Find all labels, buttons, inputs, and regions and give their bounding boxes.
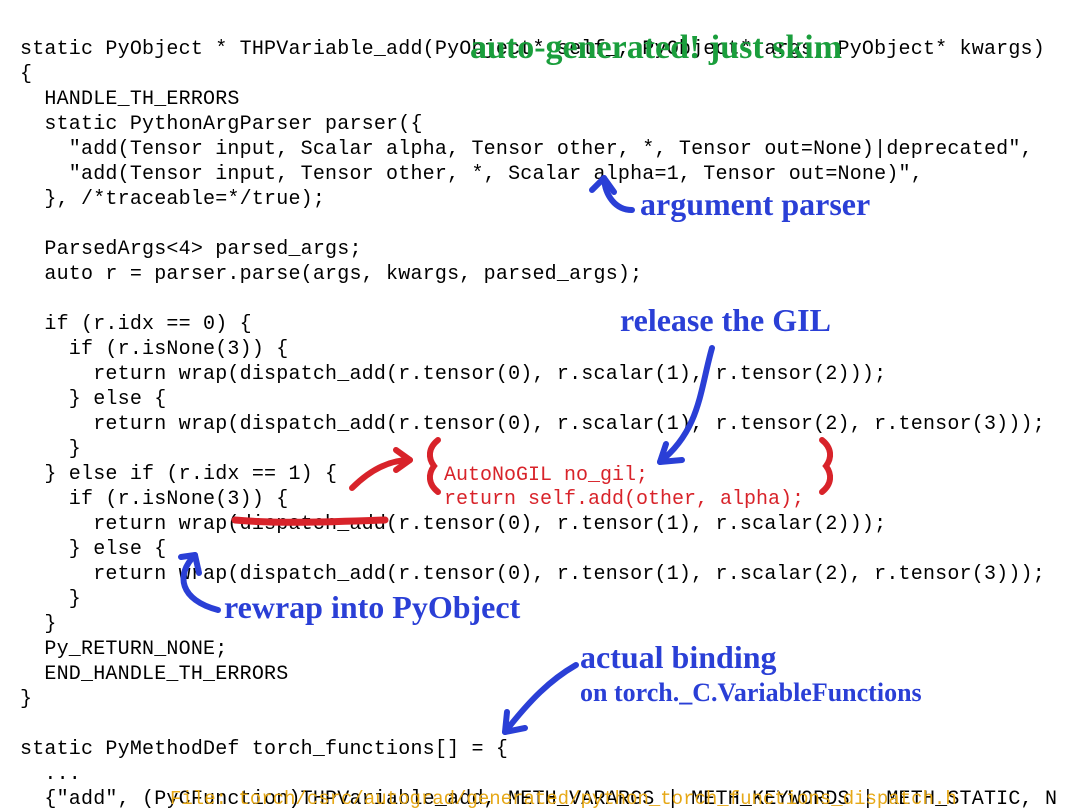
code-line: { <box>20 63 32 86</box>
note-autogenerated: auto-generated! just skim <box>470 35 842 60</box>
code-line: END_HANDLE_TH_ERRORS <box>20 663 288 686</box>
code-line: return wrap(dispatch_add(r.tensor(0), r.… <box>20 413 1045 436</box>
code-line: } else { <box>20 388 166 411</box>
code-line: } else if (r.idx == 1) { <box>20 463 337 486</box>
code-line: if (r.isNone(3)) { <box>20 338 288 361</box>
note-binding-line2: on torch._C.VariableFunctions <box>580 680 922 705</box>
code-line: Py_RETURN_NONE; <box>20 638 227 661</box>
code-line: if (r.isNone(3)) { <box>20 488 288 511</box>
code-line: } <box>20 588 81 611</box>
code-line: } <box>20 438 81 461</box>
code-line: return wrap(dispatch_add(r.tensor(0), r.… <box>20 363 886 386</box>
slide: static PyObject * THPVariable_add(PyObje… <box>0 0 1080 810</box>
code-line: return wrap(dispatch_add(r.tensor(0), r.… <box>20 513 886 536</box>
code-line: "add(Tensor input, Tensor other, *, Scal… <box>20 163 923 186</box>
note-argument-parser: argument parser <box>640 192 870 217</box>
code-line: static PythonArgParser parser({ <box>20 113 423 136</box>
note-rewrap: rewrap into PyObject <box>224 595 520 620</box>
code-line: auto r = parser.parse(args, kwargs, pars… <box>20 263 642 286</box>
code-line: }, /*traceable=*/true); <box>20 188 325 211</box>
code-line: if (r.idx == 0) { <box>20 313 252 336</box>
code-line: return wrap(dispatch_add(r.tensor(0), r.… <box>20 563 1045 586</box>
code-line: HANDLE_TH_ERRORS <box>20 88 240 111</box>
note-release-gil: release the GIL <box>620 308 831 333</box>
code-line: ParsedArgs<4> parsed_args; <box>20 238 362 261</box>
code-line: } else { <box>20 538 166 561</box>
code-line: } <box>20 688 32 711</box>
snippet-line: return self.add(other, alpha); <box>444 488 804 511</box>
code-line: "add(Tensor input, Scalar alpha, Tensor … <box>20 138 1033 161</box>
code-line: ... <box>20 763 81 786</box>
note-binding-line1: actual binding <box>580 645 777 670</box>
code-line: } <box>20 613 57 636</box>
file-path-label: File: torch/csrc/autograd/generated/pyth… <box>170 787 957 810</box>
snippet-line: AutoNoGIL no_gil; <box>444 464 648 487</box>
inline-snippet: AutoNoGIL no_gil; return self.add(other,… <box>444 440 804 512</box>
code-line: static PyMethodDef torch_functions[] = { <box>20 738 508 761</box>
